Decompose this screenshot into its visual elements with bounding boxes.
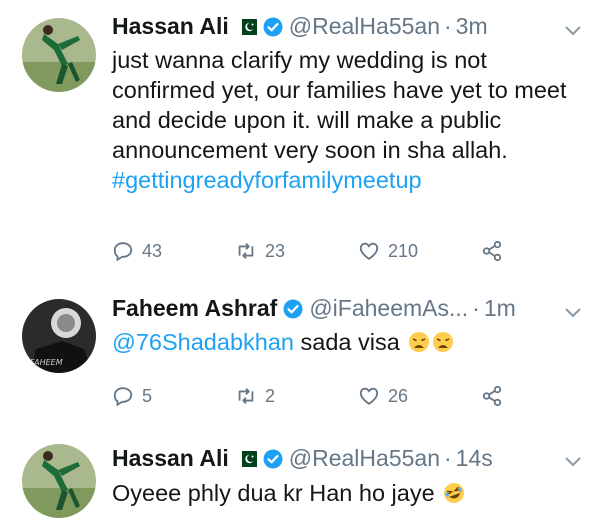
tweet-text: just wanna clarify my wedding is not con… [112, 45, 570, 195]
like-count: 210 [388, 240, 419, 261]
avatar[interactable]: FAHEEM [22, 299, 96, 373]
chevron-down-icon[interactable] [564, 306, 582, 318]
tweet-1[interactable]: Hassan Ali @RealHa55an · 3m just wanna c… [0, 0, 600, 290]
retweet-count: 23 [265, 240, 286, 261]
timestamp[interactable]: 3m [456, 13, 488, 40]
chevron-down-icon[interactable] [564, 24, 582, 36]
pakistan-flag-icon [236, 450, 257, 467]
tweet-text: Oyeee phly dua kr Han ho jaye [112, 478, 570, 508]
share-button[interactable] [481, 240, 511, 262]
display-name[interactable]: Hassan Ali [112, 13, 229, 40]
retweet-icon [238, 243, 254, 259]
like-icon [359, 387, 379, 405]
retweet-button[interactable]: 2 [235, 385, 358, 407]
handle[interactable]: @RealHa55an [289, 445, 440, 472]
tweet-body: Oyeee phly dua kr Han ho jaye [112, 480, 435, 506]
reply-button[interactable]: 5 [112, 385, 235, 407]
avatar-image [22, 444, 96, 518]
tweet-body: sada visa [293, 329, 400, 355]
handle[interactable]: @RealHa55an [289, 13, 440, 40]
rofl-emoji [444, 483, 465, 503]
avatar[interactable] [22, 18, 96, 92]
like-button[interactable]: 210 [358, 240, 481, 262]
separator-dot: · [443, 445, 452, 471]
avatar-image [22, 18, 96, 92]
display-name[interactable]: Hassan Ali [112, 445, 229, 472]
share-icon [482, 240, 502, 262]
avatar-image: FAHEEM [22, 299, 96, 373]
separator-dot: · [443, 13, 452, 39]
share-icon [482, 385, 502, 407]
mention-link[interactable]: @76Shadabkhan [112, 329, 294, 355]
like-button[interactable]: 26 [358, 385, 481, 407]
avatar-jersey-text: FAHEEM [30, 358, 63, 367]
verified-badge-icon [283, 299, 303, 319]
display-name[interactable]: Faheem Ashraf [112, 295, 277, 322]
tweet-actions: 5 2 26 [112, 385, 511, 407]
tweet-body: just wanna clarify my wedding is not con… [112, 47, 567, 163]
reply-icon [113, 387, 133, 407]
tweet-text: @76Shadabkhan sada visa [112, 327, 570, 357]
reply-button[interactable]: 43 [112, 240, 235, 262]
reply-count: 43 [142, 240, 163, 261]
avatar[interactable] [22, 444, 96, 518]
retweet-icon [238, 388, 254, 404]
tweet-3[interactable]: Hassan Ali @RealHa55an · 14s Oyeee phly … [0, 430, 600, 522]
tweet-2[interactable]: FAHEEM Faheem Ashraf @iFaheemAs... · 1m … [0, 283, 600, 433]
weary-face-emoji [433, 332, 454, 352]
reply-count: 5 [142, 385, 153, 406]
chevron-down-icon[interactable] [564, 455, 582, 467]
hashtag-link[interactable]: #gettingreadyforfamilymeetup [112, 167, 422, 193]
retweet-count: 2 [265, 385, 276, 406]
handle[interactable]: @iFaheemAs... [309, 295, 468, 322]
weary-face-emoji [409, 332, 430, 352]
like-count: 26 [388, 385, 409, 406]
verified-badge-icon [263, 17, 283, 37]
pakistan-flag-icon [236, 18, 257, 35]
tweet-actions: 43 23 210 [112, 240, 511, 262]
share-button[interactable] [481, 385, 511, 407]
separator-dot: · [472, 295, 480, 321]
like-icon [359, 242, 379, 260]
verified-badge-icon [263, 449, 283, 469]
timestamp[interactable]: 1m [484, 295, 516, 322]
reply-icon [113, 242, 133, 262]
retweet-button[interactable]: 23 [235, 240, 358, 262]
timestamp[interactable]: 14s [456, 445, 493, 472]
